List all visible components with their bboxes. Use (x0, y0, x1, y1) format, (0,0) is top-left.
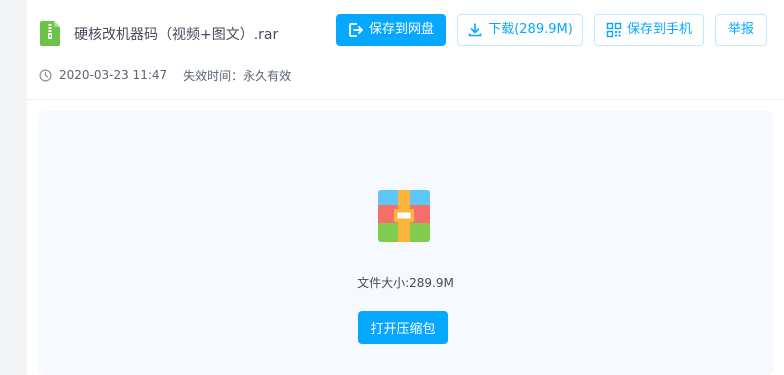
open-archive-button[interactable]: 打开压缩包 (358, 311, 448, 344)
phone-button-label: 保存到手机 (626, 22, 692, 37)
file-name: 硬核改机器码（视频+图文）.rar (74, 27, 279, 43)
save-to-phone-button[interactable]: 保存到手机 (594, 14, 704, 46)
report-button[interactable]: 举报 (715, 14, 767, 46)
archive-preview: 文件大小:289.9M 打开压缩包 (38, 111, 773, 375)
open-archive-label: 打开压缩包 (370, 322, 436, 337)
download-button-label: 下载(289.9M) (488, 22, 573, 37)
file-size: 文件大小:289.9M (38, 274, 773, 291)
share-page: 硬核改机器码（视频+图文）.rar 保存到网盘 下载(289.9M) 保存到手机… (27, 0, 784, 375)
save-button-label: 保存到网盘 (368, 22, 434, 37)
rar-archive-icon (378, 190, 430, 242)
expire-value: 永久有效 (243, 68, 292, 83)
report-button-label: 举报 (727, 22, 754, 37)
clock-icon (39, 69, 52, 81)
header-divider (27, 99, 784, 100)
file-size-value: 289.9M (409, 276, 454, 290)
file-size-label: 文件大小: (357, 276, 410, 290)
download-button[interactable]: 下载(289.9M) (457, 14, 583, 46)
file-header: 硬核改机器码（视频+图文）.rar 保存到网盘 下载(289.9M) 保存到手机… (27, 0, 784, 100)
download-icon (468, 23, 482, 37)
zip-file-icon (40, 21, 60, 46)
file-meta: 2020-03-23 11:47 失效时间： 永久有效 (39, 66, 291, 84)
qr-code-icon (606, 22, 622, 38)
save-icon (349, 23, 363, 37)
save-to-netdisk-button[interactable]: 保存到网盘 (336, 14, 446, 46)
expire-label: 失效时间： (183, 68, 244, 83)
upload-date: 2020-03-23 11:47 (59, 68, 168, 82)
